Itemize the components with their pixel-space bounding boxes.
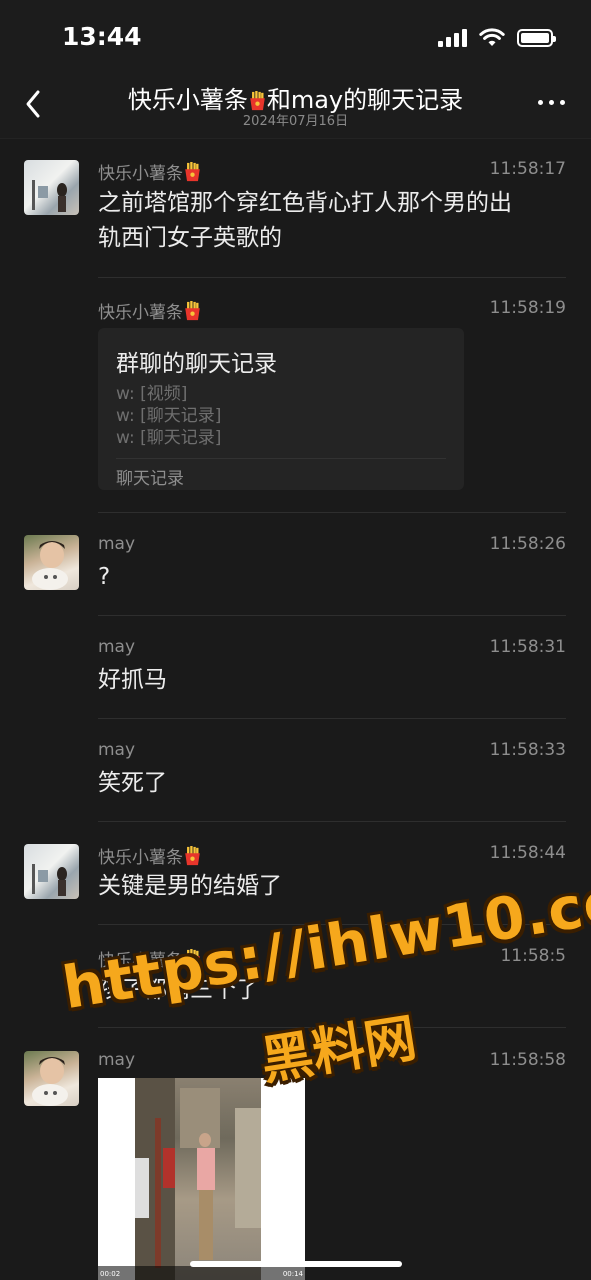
message-time: 11:58:19 [489,298,566,318]
divider [98,512,566,513]
avatar[interactable] [24,844,79,899]
sender-name: 快乐小薯条 [98,946,202,971]
message-time: 11:58:17 [489,159,566,179]
video-thumbnail[interactable]: 00:02 00:14 [98,1078,305,1280]
record-title: 群聊的聊天记录 [116,351,277,377]
message-time: 11:58:5 [500,946,566,966]
divider [98,615,566,616]
french-fries-icon [183,846,202,866]
message-time: 11:58:33 [489,740,566,760]
cellular-signal-icon [438,29,467,47]
divider [98,924,566,925]
message-text[interactable]: ? [98,560,551,595]
french-fries-icon [248,89,267,111]
avatar[interactable] [24,1051,79,1106]
divider [116,458,446,459]
video-elapsed: 00:02 [100,1270,121,1278]
divider [98,718,566,719]
message-text[interactable]: 之前塔馆那个穿红色背心打人那个男的出 轨西门女子英歌的 [98,186,551,256]
sender-name: may [98,637,136,657]
sender-name: may [98,534,136,554]
message-time: 11:58:44 [489,843,566,863]
divider [98,277,566,278]
status-icons [438,28,556,48]
message-text[interactable]: 笑死了 [98,766,551,801]
video-frame [135,1078,261,1280]
sender-name: may [98,1050,136,1070]
record-footer: 聊天记录 [116,469,184,489]
avatar[interactable] [24,160,79,215]
chat-record-card[interactable]: 群聊的聊天记录 w: [视频] w: [聊天记录] w: [聊天记录] 聊天记录 [98,328,464,490]
divider [98,821,566,822]
wifi-icon [479,28,505,46]
message-text[interactable]: 关键是男的结婚了 [98,869,551,904]
video-progress-bar[interactable]: 00:02 00:14 [98,1266,305,1280]
message-time: 11:58:58 [489,1050,566,1070]
battery-icon [517,29,556,47]
french-fries-icon [183,301,202,321]
avatar[interactable] [24,535,79,590]
more-button[interactable] [538,100,565,105]
record-line: w: [聊天记录] [116,428,222,448]
home-indicator[interactable] [190,1261,402,1267]
sender-name: may [98,740,136,760]
sender-name: 快乐小薯条 [98,159,202,184]
status-bar: 13:44 [0,0,591,70]
message-time: 11:58:26 [489,534,566,554]
message-time: 11:58:31 [489,637,566,657]
chat-date: 2024年07月16日 [242,114,349,129]
video-duration: 00:14 [282,1270,303,1278]
sender-name: 快乐小薯条 [98,298,202,323]
message-text[interactable]: 孩子都两三个了 [98,973,551,1008]
nav-bar: 快乐小薯条 和may的聊天记录 2024年07月16日 [0,70,591,139]
divider [98,1027,566,1028]
sender-name: 快乐小薯条 [98,843,202,868]
status-time: 13:44 [62,22,142,51]
french-fries-icon [183,162,202,182]
message-text[interactable]: 好抓马 [98,663,551,698]
french-fries-icon [183,949,202,969]
